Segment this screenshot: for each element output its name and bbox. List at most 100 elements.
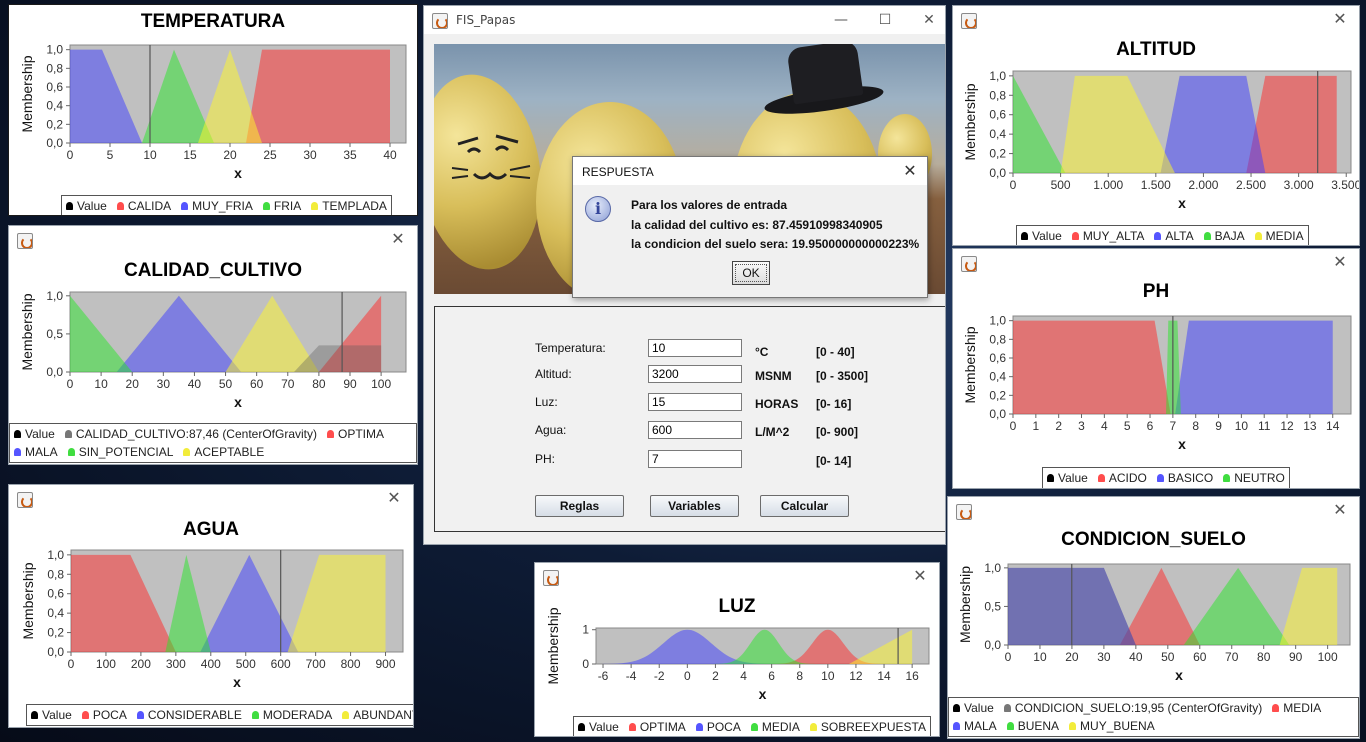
y-axis-label: Membership (957, 566, 973, 643)
legend-label: FRIA (273, 199, 302, 213)
legend-label: MUY_FRIA (192, 199, 253, 213)
x-tick-label: 10 (1033, 650, 1047, 664)
x-tick-label: 16 (905, 669, 919, 683)
x-tick-label: 30 (1097, 650, 1111, 664)
legend-label: MEDIA (1283, 701, 1322, 715)
x-tick-label: 10 (821, 669, 835, 683)
minimize-button[interactable]: — (829, 9, 853, 31)
legend-item: Value (14, 425, 55, 443)
x-tick-label: -2 (654, 669, 665, 683)
legend-item: ACEPTABLE (183, 443, 264, 461)
legend-swatch (695, 723, 703, 731)
legend-swatch (1156, 474, 1164, 482)
legend-item: Value (953, 699, 994, 717)
x-tick-label: 500 (236, 657, 256, 671)
legend-row: Value POCA CONSIDERABLE MODERADA ABUNDANTE (31, 706, 413, 724)
temperatura-input[interactable] (648, 339, 742, 357)
x-axis-label: x (233, 674, 241, 690)
x-tick-label: -6 (598, 669, 609, 683)
x-tick-label: 90 (1289, 650, 1303, 664)
label-agua: Agua: (535, 423, 567, 437)
x-tick-label: 300 (166, 657, 186, 671)
close-button[interactable]: ✕ (899, 160, 921, 182)
altitud-input[interactable] (648, 365, 742, 383)
ph-input[interactable] (648, 450, 742, 468)
x-tick-label: 500 (1051, 178, 1071, 192)
legend-item: MEDIA (750, 718, 800, 736)
window-ph[interactable]: ✕ PH 0 1 2 3 4 5 6 7 8 9 10 11 12 13 14 0,0 0,2 0,4 0,6 0,8… (952, 248, 1360, 489)
legend-altitud: Value MUY_ALTA ALTA BAJA MEDIA (1016, 225, 1309, 245)
calcular-button[interactable]: Calcular (760, 495, 849, 517)
x-tick-label: 0 (68, 657, 75, 671)
legend-swatch (809, 723, 817, 731)
legend-row: Value MUY_ALTA ALTA BAJA MEDIA (1021, 227, 1304, 245)
y-tick-label: 0 (582, 657, 589, 671)
legend-label: POCA (706, 720, 741, 734)
dialog-message-line3: la condicion del suelo sera: 19.95000000… (631, 237, 920, 251)
luz-input[interactable] (648, 393, 742, 411)
x-tick-label: 0 (1005, 650, 1012, 664)
x-tick-label: 0 (67, 377, 74, 391)
window-temperatura[interactable]: TEMPERATURA 0 5 10 15 20 25 30 35 40 0,0 0,2 0,4 0,6… (8, 4, 418, 216)
y-axis-label: Membership (962, 83, 978, 160)
legend-label: Value (42, 708, 72, 722)
x-tick-label: 100 (371, 377, 391, 391)
legend-swatch (66, 202, 73, 210)
legend-label: CALIDA (127, 199, 172, 213)
legend-swatch (1006, 722, 1014, 730)
legend-swatch (342, 711, 350, 719)
unit-luz: HORAS (755, 397, 799, 411)
reglas-button[interactable]: Reglas (535, 495, 624, 517)
x-tick-label: 3 (1078, 419, 1085, 433)
legend-item: CONSIDERABLE (136, 706, 242, 724)
java-icon (432, 13, 448, 29)
y-tick-label: 0,0 (46, 365, 63, 379)
legend-swatch (578, 723, 585, 731)
variables-button[interactable]: Variables (650, 495, 739, 517)
legend-label: MALA (964, 719, 997, 733)
x-tick-label: 3.500 (1331, 178, 1360, 192)
x-axis-label: x (1178, 195, 1186, 211)
legend-item: CALIDA (116, 197, 172, 215)
window-altitud[interactable]: ✕ ALTITUD 0 500 1.000 1.500 2.000 2.500 3.000 3… (952, 5, 1360, 246)
x-tick-label: 20 (126, 377, 140, 391)
respuesta-dialog[interactable]: RESPUESTA ✕ i Para los valores de entrad… (572, 156, 928, 298)
window-luz[interactable]: ✕ LUZ -6 -4 -2 0 2 4 6 8 10 12 14 16 0 1 x Membership V… (534, 562, 940, 737)
chart-temperatura: 0 5 10 15 20 25 30 35 40 0,0 0,2 0,4 0,6 0,8 1,0 x Membe… (19, 43, 407, 181)
legend-label: BAJA (1214, 229, 1245, 243)
legend-item: MUY_BUENA (1069, 717, 1155, 735)
x-tick-label: 12 (849, 669, 863, 683)
legend-item: MODERADA (251, 706, 332, 724)
chart-ph: 0 1 2 3 4 5 6 7 8 9 10 11 12 13 140,00,20,40,60,81,0xM… (962, 314, 1352, 452)
x-tick-label: 800 (341, 657, 361, 671)
y-tick-label: 0,2 (46, 117, 63, 131)
x-tick-label: 70 (281, 377, 295, 391)
legend-label: ACIDO (1108, 471, 1147, 485)
y-tick-label: 0,5 (46, 327, 63, 341)
agua-input[interactable] (648, 421, 742, 439)
window-calidad-cultivo[interactable]: ✕ CALIDAD_CULTIVO 0 10 20 30 40 50 60 70 80 90 100… (8, 225, 418, 465)
legend-item: POCA (81, 706, 127, 724)
legend-label: MEDIA (1265, 229, 1304, 243)
y-tick-label: 0,0 (46, 136, 63, 150)
x-tick-label: 2.500 (1236, 178, 1266, 192)
ok-button[interactable]: OK (732, 261, 770, 285)
y-tick-label: 0,6 (989, 351, 1006, 365)
window-condicion-suelo[interactable]: ✕ CONDICION_SUELO 0 10 20 30 40 50 60 70 80 90 100… (947, 496, 1360, 739)
legend-item: Value (1021, 227, 1062, 245)
legend-item: SOBREEXPUESTA (809, 718, 926, 736)
window-title: FIS_Papas (456, 13, 516, 27)
legend-label: ACEPTABLE (194, 445, 265, 459)
legend-swatch (14, 448, 21, 456)
x-axis-label: x (1175, 667, 1183, 683)
legend-swatch (67, 448, 75, 456)
legend-swatch (1272, 704, 1280, 712)
close-button[interactable]: ✕ (917, 9, 941, 31)
x-tick-label: 40 (383, 148, 397, 162)
maximize-button[interactable]: ☐ (873, 9, 897, 31)
legend-label: NEUTRO (1234, 471, 1285, 485)
window-agua[interactable]: ✕ AGUA 0 100 200 300 400 500 600 700 800 900 0,0 0,… (8, 484, 414, 728)
legend-item: BASICO (1156, 469, 1213, 487)
y-tick-label: 1,0 (46, 289, 63, 303)
x-tick-label: 30 (303, 148, 317, 162)
